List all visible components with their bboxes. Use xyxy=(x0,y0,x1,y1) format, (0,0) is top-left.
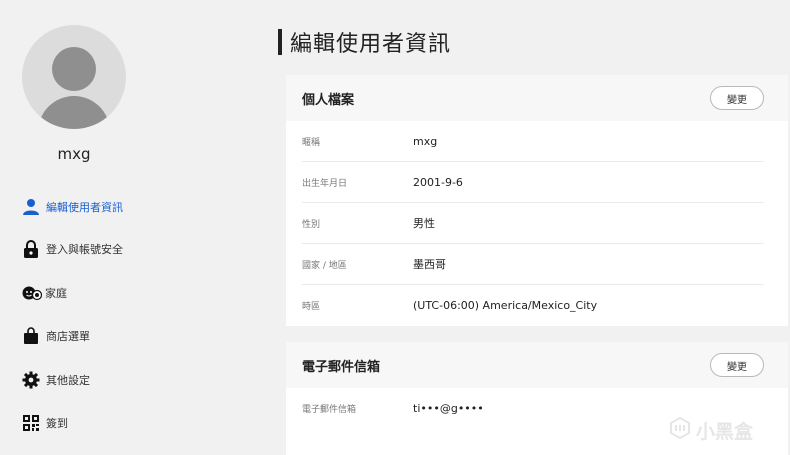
profile-rows: 暱稱 mxg 出生年月日 2001-9-6 性別 男性 國家 / 地區 墨西哥 … xyxy=(286,121,788,326)
field-label: 出生年月日 xyxy=(302,178,348,189)
sidebar-item-login-security[interactable]: 登入與帳號安全 xyxy=(22,238,123,260)
field-value: 男性 xyxy=(413,217,435,230)
sidebar-item-family[interactable]: 家庭 xyxy=(22,282,67,304)
profile-row-timezone: 時區 (UTC-06:00) America/Mexico_City xyxy=(302,285,764,326)
field-label: 國家 / 地區 xyxy=(302,260,347,271)
sidebar-item-edit-profile[interactable]: 編輯使用者資訊 xyxy=(22,196,123,218)
sidebar-item-other-settings[interactable]: 其他設定 xyxy=(22,369,90,391)
profile-row-nickname: 暱稱 mxg xyxy=(302,121,764,162)
field-label: 時區 xyxy=(302,302,321,312)
person-icon xyxy=(22,198,40,216)
profile-card: 個人檔案 變更 暱稱 mxg 出生年月日 2001-9-6 性別 男性 國家 /… xyxy=(286,75,788,326)
email-change-button[interactable]: 變更 xyxy=(710,353,764,377)
shopping-bag-icon xyxy=(22,327,40,345)
sidebar-item-label: 家庭 xyxy=(45,287,67,300)
field-label: 暱稱 xyxy=(302,137,321,148)
sidebar-item-check-in[interactable]: 簽到 xyxy=(22,412,68,434)
email-card-title: 電子郵件信箱 xyxy=(302,359,381,375)
watermark-logo-icon xyxy=(668,416,692,444)
watermark-text: 小黑盒 xyxy=(696,420,754,443)
field-value: 2001-9-6 xyxy=(413,175,463,189)
field-value: ti•••@g•••• xyxy=(413,402,484,415)
field-value: (UTC-06:00) America/Mexico_City xyxy=(413,299,598,312)
sidebar-item-store-menu[interactable]: 商店選單 xyxy=(22,325,90,347)
field-value: 墨西哥 xyxy=(413,258,446,271)
watermark: 小黑盒 xyxy=(668,416,753,444)
avatar-head xyxy=(52,47,96,91)
sidebar-item-label: 商店選單 xyxy=(46,330,90,343)
avatar[interactable] xyxy=(22,25,126,129)
sidebar: mxg 編輯使用者資訊 登入與帳號安全 家庭 商店選單 其他設定 簽到 xyxy=(0,0,248,455)
page-header: 編輯使用者資訊 xyxy=(278,28,452,57)
qr-code-icon xyxy=(22,414,40,432)
avatar-body xyxy=(38,96,110,129)
sidebar-item-label: 簽到 xyxy=(46,417,68,430)
profile-row-birthday: 出生年月日 2001-9-6 xyxy=(302,162,764,203)
sidebar-item-label: 編輯使用者資訊 xyxy=(46,201,123,214)
field-label: 電子郵件信箱 xyxy=(302,405,357,415)
profile-change-button[interactable]: 變更 xyxy=(710,86,764,110)
field-value: mxg xyxy=(413,134,438,148)
page-title: 編輯使用者資訊 xyxy=(290,32,452,57)
profile-row-country: 國家 / 地區 墨西哥 xyxy=(302,244,764,285)
sidebar-item-label: 其他設定 xyxy=(46,374,90,387)
lock-icon xyxy=(22,240,40,258)
family-icon xyxy=(22,284,43,302)
field-label: 性別 xyxy=(302,219,321,230)
title-accent-bar xyxy=(278,29,282,55)
email-card-header: 電子郵件信箱 變更 xyxy=(286,342,788,388)
sidebar-item-label: 登入與帳號安全 xyxy=(46,243,123,256)
profile-card-header: 個人檔案 變更 xyxy=(286,75,788,121)
gear-icon xyxy=(22,371,40,389)
main-content: 編輯使用者資訊 個人檔案 變更 暱稱 mxg 出生年月日 2001-9-6 性別… xyxy=(278,0,790,455)
username: mxg xyxy=(57,145,91,163)
profile-card-title: 個人檔案 xyxy=(302,92,355,108)
profile-row-gender: 性別 男性 xyxy=(302,203,764,244)
